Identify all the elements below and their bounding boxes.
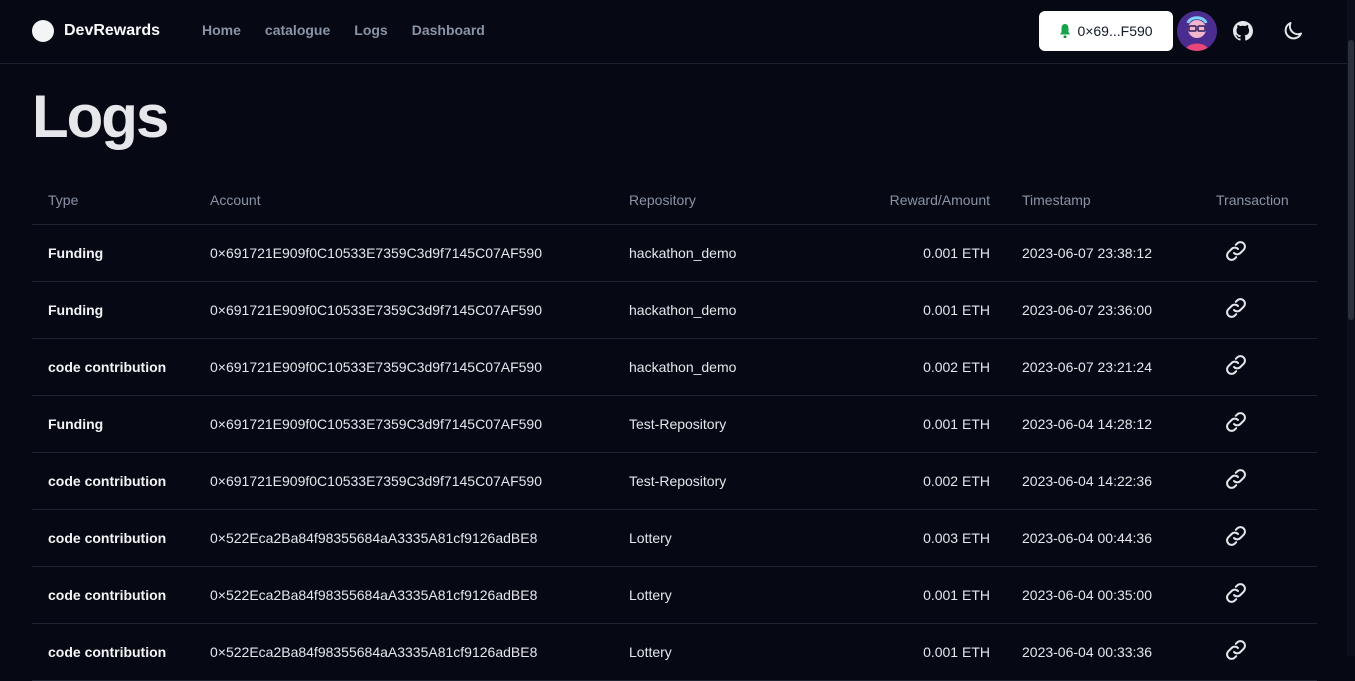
cell-account: 0×522Eca2Ba84f98355684aA3335A81cf9126adB… bbox=[210, 509, 629, 567]
cell-repository: hackathon_demo bbox=[629, 224, 847, 282]
link-icon[interactable] bbox=[1224, 296, 1248, 320]
column-header-repository: Repository bbox=[629, 176, 847, 225]
cell-type: code contribution bbox=[32, 338, 210, 396]
column-header-type: Type bbox=[32, 176, 210, 225]
cell-amount: 0.001 ETH bbox=[847, 566, 1022, 624]
scrollbar-thumb[interactable] bbox=[1348, 40, 1354, 320]
cell-account: 0×691721E909f0C10533E7359C3d9f7145C07AF5… bbox=[210, 224, 629, 282]
cell-timestamp: 2023-06-04 00:33:36 bbox=[1022, 623, 1216, 681]
column-header-account: Account bbox=[210, 176, 629, 225]
cell-repository: Test-Repository bbox=[629, 452, 847, 510]
cell-amount: 0.001 ETH bbox=[847, 623, 1022, 681]
brand[interactable]: DevRewards bbox=[32, 20, 160, 42]
table-row: Funding 0×691721E909f0C10533E7359C3d9f714… bbox=[32, 281, 1317, 339]
cell-amount: 0.002 ETH bbox=[847, 338, 1022, 396]
link-icon[interactable] bbox=[1224, 581, 1248, 605]
link-icon[interactable] bbox=[1224, 467, 1248, 491]
cell-transaction bbox=[1216, 224, 1317, 282]
top-header: DevRewards Home catalogue Logs Dashboard… bbox=[0, 0, 1347, 64]
table-row: code contribution 0×691721E909f0C10533E73… bbox=[32, 338, 1317, 396]
cell-repository: hackathon_demo bbox=[629, 281, 847, 339]
table-row: code contribution 0×522Eca2Ba84f98355684a… bbox=[32, 623, 1317, 681]
cell-repository: Lottery bbox=[629, 623, 847, 681]
cell-transaction bbox=[1216, 452, 1317, 510]
cell-type: code contribution bbox=[32, 509, 210, 567]
link-icon[interactable] bbox=[1224, 524, 1248, 548]
cell-amount: 0.001 ETH bbox=[847, 395, 1022, 453]
wallet-button[interactable]: 0×69...F590 bbox=[1039, 11, 1173, 51]
table-row: code contribution 0×522Eca2Ba84f98355684a… bbox=[32, 509, 1317, 567]
cell-account: 0×522Eca2Ba84f98355684aA3335A81cf9126adB… bbox=[210, 623, 629, 681]
main-nav: Home catalogue Logs Dashboard bbox=[202, 22, 485, 38]
cell-transaction bbox=[1216, 395, 1317, 453]
link-icon[interactable] bbox=[1224, 353, 1248, 377]
cell-timestamp: 2023-06-04 00:35:00 bbox=[1022, 566, 1216, 624]
column-header-amount: Reward/Amount bbox=[847, 176, 1022, 225]
brand-logo-icon bbox=[32, 20, 54, 42]
cell-repository: Test-Repository bbox=[629, 395, 847, 453]
avatar-image bbox=[1177, 11, 1217, 51]
cell-type: Funding bbox=[32, 281, 210, 339]
table-row: Funding 0×691721E909f0C10533E7359C3d9f714… bbox=[32, 395, 1317, 453]
table-row: Funding 0×691721E909f0C10533E7359C3d9f714… bbox=[32, 224, 1317, 282]
cell-type: code contribution bbox=[32, 566, 210, 624]
column-header-timestamp: Timestamp bbox=[1022, 176, 1216, 225]
cell-type: Funding bbox=[32, 395, 210, 453]
cell-repository: Lottery bbox=[629, 566, 847, 624]
nav-home[interactable]: Home bbox=[202, 22, 241, 38]
cell-account: 0×691721E909f0C10533E7359C3d9f7145C07AF5… bbox=[210, 395, 629, 453]
cell-timestamp: 2023-06-07 23:21:24 bbox=[1022, 338, 1216, 396]
nav-logs[interactable]: Logs bbox=[354, 22, 387, 38]
avatar[interactable] bbox=[1177, 11, 1217, 51]
moon-icon bbox=[1284, 22, 1302, 40]
cell-type: code contribution bbox=[32, 452, 210, 510]
cell-timestamp: 2023-06-07 23:38:12 bbox=[1022, 224, 1216, 282]
cell-repository: hackathon_demo bbox=[629, 338, 847, 396]
table-row: code contribution 0×691721E909f0C10533E73… bbox=[32, 452, 1317, 510]
nav-dashboard[interactable]: Dashboard bbox=[412, 22, 485, 38]
brand-name: DevRewards bbox=[64, 22, 161, 39]
cell-transaction bbox=[1216, 338, 1317, 396]
nav-catalogue[interactable]: catalogue bbox=[265, 22, 330, 38]
cell-transaction bbox=[1216, 566, 1317, 624]
column-header-transaction: Transaction bbox=[1216, 176, 1317, 225]
link-icon[interactable] bbox=[1224, 410, 1248, 434]
cell-account: 0×691721E909f0C10533E7359C3d9f7145C07AF5… bbox=[210, 281, 629, 339]
cell-type: Funding bbox=[32, 224, 210, 282]
scrollbar[interactable] bbox=[1347, 0, 1355, 656]
cell-amount: 0.003 ETH bbox=[847, 509, 1022, 567]
cell-account: 0×522Eca2Ba84f98355684aA3335A81cf9126adB… bbox=[210, 566, 629, 624]
cell-timestamp: 2023-06-04 14:22:36 bbox=[1022, 452, 1216, 510]
table-body: Funding 0×691721E909f0C10533E7359C3d9f714… bbox=[32, 224, 1317, 681]
table-row: code contribution 0×522Eca2Ba84f98355684a… bbox=[32, 566, 1317, 624]
cell-transaction bbox=[1216, 623, 1317, 681]
cell-type: code contribution bbox=[32, 623, 210, 681]
page-title: Logs bbox=[32, 83, 169, 150]
cell-account: 0×691721E909f0C10533E7359C3d9f7145C07AF5… bbox=[210, 452, 629, 510]
cell-timestamp: 2023-06-04 14:28:12 bbox=[1022, 395, 1216, 453]
logs-table: Type Account Repository Reward/Amount Ti… bbox=[32, 176, 1317, 681]
github-icon bbox=[1233, 21, 1253, 41]
cell-amount: 0.002 ETH bbox=[847, 452, 1022, 510]
cell-transaction bbox=[1216, 509, 1317, 567]
table-header-row: Type Account Repository Reward/Amount Ti… bbox=[32, 176, 1317, 225]
cell-account: 0×691721E909f0C10533E7359C3d9f7145C07AF5… bbox=[210, 338, 629, 396]
cell-transaction bbox=[1216, 281, 1317, 339]
link-icon[interactable] bbox=[1224, 239, 1248, 263]
github-button[interactable] bbox=[1231, 19, 1255, 43]
theme-toggle-button[interactable] bbox=[1281, 19, 1305, 43]
link-icon[interactable] bbox=[1224, 638, 1248, 662]
bell-icon bbox=[1060, 24, 1071, 38]
cell-timestamp: 2023-06-04 00:44:36 bbox=[1022, 509, 1216, 567]
wallet-address: 0×69...F590 bbox=[1077, 23, 1153, 39]
cell-repository: Lottery bbox=[629, 509, 847, 567]
cell-timestamp: 2023-06-07 23:36:00 bbox=[1022, 281, 1216, 339]
cell-amount: 0.001 ETH bbox=[847, 281, 1022, 339]
cell-amount: 0.001 ETH bbox=[847, 224, 1022, 282]
